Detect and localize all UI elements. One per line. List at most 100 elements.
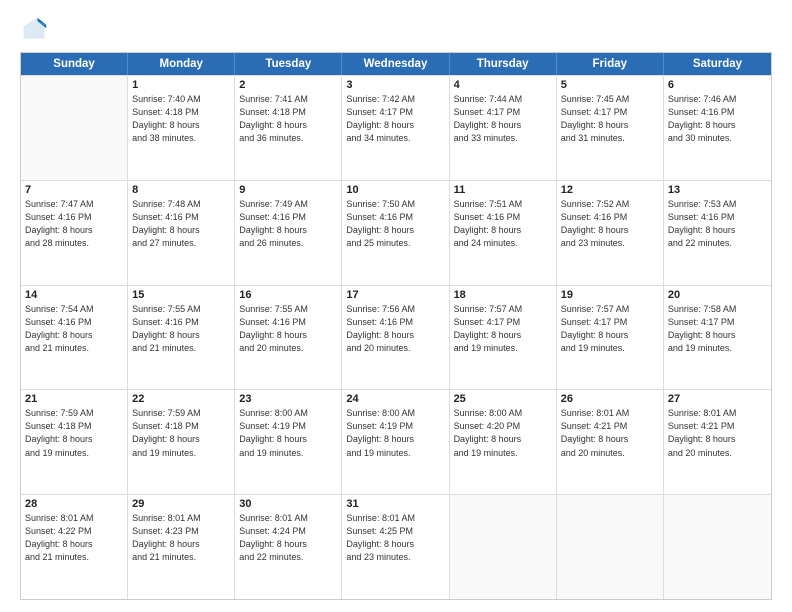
- day-number: 8: [132, 184, 230, 196]
- cell-line: Sunset: 4:18 PM: [132, 106, 230, 119]
- cell-line: Sunset: 4:17 PM: [454, 316, 552, 329]
- day-number: 14: [25, 289, 123, 301]
- calendar-cell: 30Sunrise: 8:01 AMSunset: 4:24 PMDayligh…: [235, 495, 342, 599]
- day-number: 28: [25, 498, 123, 510]
- day-number: 23: [239, 393, 337, 405]
- cell-line: Daylight: 8 hours: [668, 433, 767, 446]
- calendar-header-row: SundayMondayTuesdayWednesdayThursdayFrid…: [21, 53, 771, 75]
- cell-line: Daylight: 8 hours: [239, 119, 337, 132]
- cell-line: Daylight: 8 hours: [132, 538, 230, 551]
- calendar-header-cell: Tuesday: [235, 53, 342, 75]
- calendar-cell: 27Sunrise: 8:01 AMSunset: 4:21 PMDayligh…: [664, 390, 771, 494]
- calendar-cell: 20Sunrise: 7:58 AMSunset: 4:17 PMDayligh…: [664, 286, 771, 390]
- cell-line: and 19 minutes.: [454, 447, 552, 460]
- calendar: SundayMondayTuesdayWednesdayThursdayFrid…: [20, 52, 772, 600]
- cell-line: and 20 minutes.: [346, 342, 444, 355]
- calendar-header-cell: Thursday: [450, 53, 557, 75]
- cell-line: and 22 minutes.: [239, 551, 337, 564]
- cell-line: Daylight: 8 hours: [25, 224, 123, 237]
- day-number: 21: [25, 393, 123, 405]
- page: SundayMondayTuesdayWednesdayThursdayFrid…: [0, 0, 792, 612]
- cell-line: Daylight: 8 hours: [25, 329, 123, 342]
- day-number: 4: [454, 79, 552, 91]
- cell-line: Daylight: 8 hours: [346, 329, 444, 342]
- day-number: 16: [239, 289, 337, 301]
- cell-line: Sunrise: 7:40 AM: [132, 93, 230, 106]
- cell-line: Daylight: 8 hours: [239, 433, 337, 446]
- cell-line: Sunset: 4:18 PM: [132, 420, 230, 433]
- cell-line: Sunset: 4:16 PM: [346, 211, 444, 224]
- cell-line: Sunrise: 8:01 AM: [561, 407, 659, 420]
- cell-line: Sunset: 4:18 PM: [25, 420, 123, 433]
- cell-line: and 19 minutes.: [25, 447, 123, 460]
- cell-line: Daylight: 8 hours: [561, 224, 659, 237]
- calendar-cell: 14Sunrise: 7:54 AMSunset: 4:16 PMDayligh…: [21, 286, 128, 390]
- cell-line: Sunset: 4:16 PM: [132, 316, 230, 329]
- cell-line: Sunrise: 7:50 AM: [346, 198, 444, 211]
- cell-line: Daylight: 8 hours: [346, 538, 444, 551]
- cell-line: Sunset: 4:21 PM: [668, 420, 767, 433]
- day-number: 27: [668, 393, 767, 405]
- day-number: 22: [132, 393, 230, 405]
- cell-line: Sunset: 4:16 PM: [668, 211, 767, 224]
- cell-line: and 22 minutes.: [668, 237, 767, 250]
- cell-line: Sunset: 4:21 PM: [561, 420, 659, 433]
- cell-line: Daylight: 8 hours: [346, 119, 444, 132]
- calendar-cell: 10Sunrise: 7:50 AMSunset: 4:16 PMDayligh…: [342, 181, 449, 285]
- cell-line: Sunset: 4:17 PM: [561, 316, 659, 329]
- cell-line: Daylight: 8 hours: [454, 119, 552, 132]
- calendar-row: 14Sunrise: 7:54 AMSunset: 4:16 PMDayligh…: [21, 285, 771, 390]
- cell-line: and 21 minutes.: [132, 342, 230, 355]
- cell-line: Sunset: 4:17 PM: [454, 106, 552, 119]
- calendar-cell: 28Sunrise: 8:01 AMSunset: 4:22 PMDayligh…: [21, 495, 128, 599]
- day-number: 24: [346, 393, 444, 405]
- calendar-header-cell: Sunday: [21, 53, 128, 75]
- cell-line: Sunrise: 7:59 AM: [132, 407, 230, 420]
- cell-line: Sunset: 4:16 PM: [668, 106, 767, 119]
- cell-line: Daylight: 8 hours: [239, 329, 337, 342]
- cell-line: Sunrise: 7:54 AM: [25, 303, 123, 316]
- day-number: 17: [346, 289, 444, 301]
- cell-line: Sunset: 4:19 PM: [239, 420, 337, 433]
- cell-line: Daylight: 8 hours: [561, 119, 659, 132]
- cell-line: Sunrise: 7:51 AM: [454, 198, 552, 211]
- cell-line: Sunrise: 7:45 AM: [561, 93, 659, 106]
- calendar-cell: 2Sunrise: 7:41 AMSunset: 4:18 PMDaylight…: [235, 76, 342, 180]
- day-number: 31: [346, 498, 444, 510]
- cell-line: Sunrise: 7:46 AM: [668, 93, 767, 106]
- cell-line: Sunset: 4:16 PM: [454, 211, 552, 224]
- calendar-cell: 13Sunrise: 7:53 AMSunset: 4:16 PMDayligh…: [664, 181, 771, 285]
- cell-line: Sunrise: 7:55 AM: [132, 303, 230, 316]
- cell-line: Sunrise: 7:57 AM: [561, 303, 659, 316]
- cell-line: and 21 minutes.: [132, 551, 230, 564]
- cell-line: Sunset: 4:19 PM: [346, 420, 444, 433]
- cell-line: Sunrise: 7:48 AM: [132, 198, 230, 211]
- cell-line: Sunrise: 7:59 AM: [25, 407, 123, 420]
- cell-line: Sunrise: 7:41 AM: [239, 93, 337, 106]
- cell-line: and 19 minutes.: [346, 447, 444, 460]
- calendar-cell: 24Sunrise: 8:00 AMSunset: 4:19 PMDayligh…: [342, 390, 449, 494]
- calendar-cell: 16Sunrise: 7:55 AMSunset: 4:16 PMDayligh…: [235, 286, 342, 390]
- cell-line: and 20 minutes.: [561, 447, 659, 460]
- calendar-cell: 22Sunrise: 7:59 AMSunset: 4:18 PMDayligh…: [128, 390, 235, 494]
- cell-line: and 28 minutes.: [25, 237, 123, 250]
- cell-line: Sunset: 4:16 PM: [239, 316, 337, 329]
- calendar-cell: 21Sunrise: 7:59 AMSunset: 4:18 PMDayligh…: [21, 390, 128, 494]
- cell-line: Daylight: 8 hours: [561, 433, 659, 446]
- calendar-cell: [664, 495, 771, 599]
- calendar-cell: 23Sunrise: 8:00 AMSunset: 4:19 PMDayligh…: [235, 390, 342, 494]
- calendar-body: 1Sunrise: 7:40 AMSunset: 4:18 PMDaylight…: [21, 75, 771, 599]
- day-number: 2: [239, 79, 337, 91]
- cell-line: and 31 minutes.: [561, 132, 659, 145]
- cell-line: Sunset: 4:25 PM: [346, 525, 444, 538]
- calendar-cell: 6Sunrise: 7:46 AMSunset: 4:16 PMDaylight…: [664, 76, 771, 180]
- cell-line: Sunrise: 8:00 AM: [346, 407, 444, 420]
- cell-line: and 26 minutes.: [239, 237, 337, 250]
- calendar-cell: 7Sunrise: 7:47 AMSunset: 4:16 PMDaylight…: [21, 181, 128, 285]
- cell-line: Sunset: 4:17 PM: [346, 106, 444, 119]
- cell-line: Daylight: 8 hours: [132, 224, 230, 237]
- day-number: 1: [132, 79, 230, 91]
- calendar-cell: 19Sunrise: 7:57 AMSunset: 4:17 PMDayligh…: [557, 286, 664, 390]
- cell-line: Sunset: 4:17 PM: [561, 106, 659, 119]
- cell-line: Sunset: 4:20 PM: [454, 420, 552, 433]
